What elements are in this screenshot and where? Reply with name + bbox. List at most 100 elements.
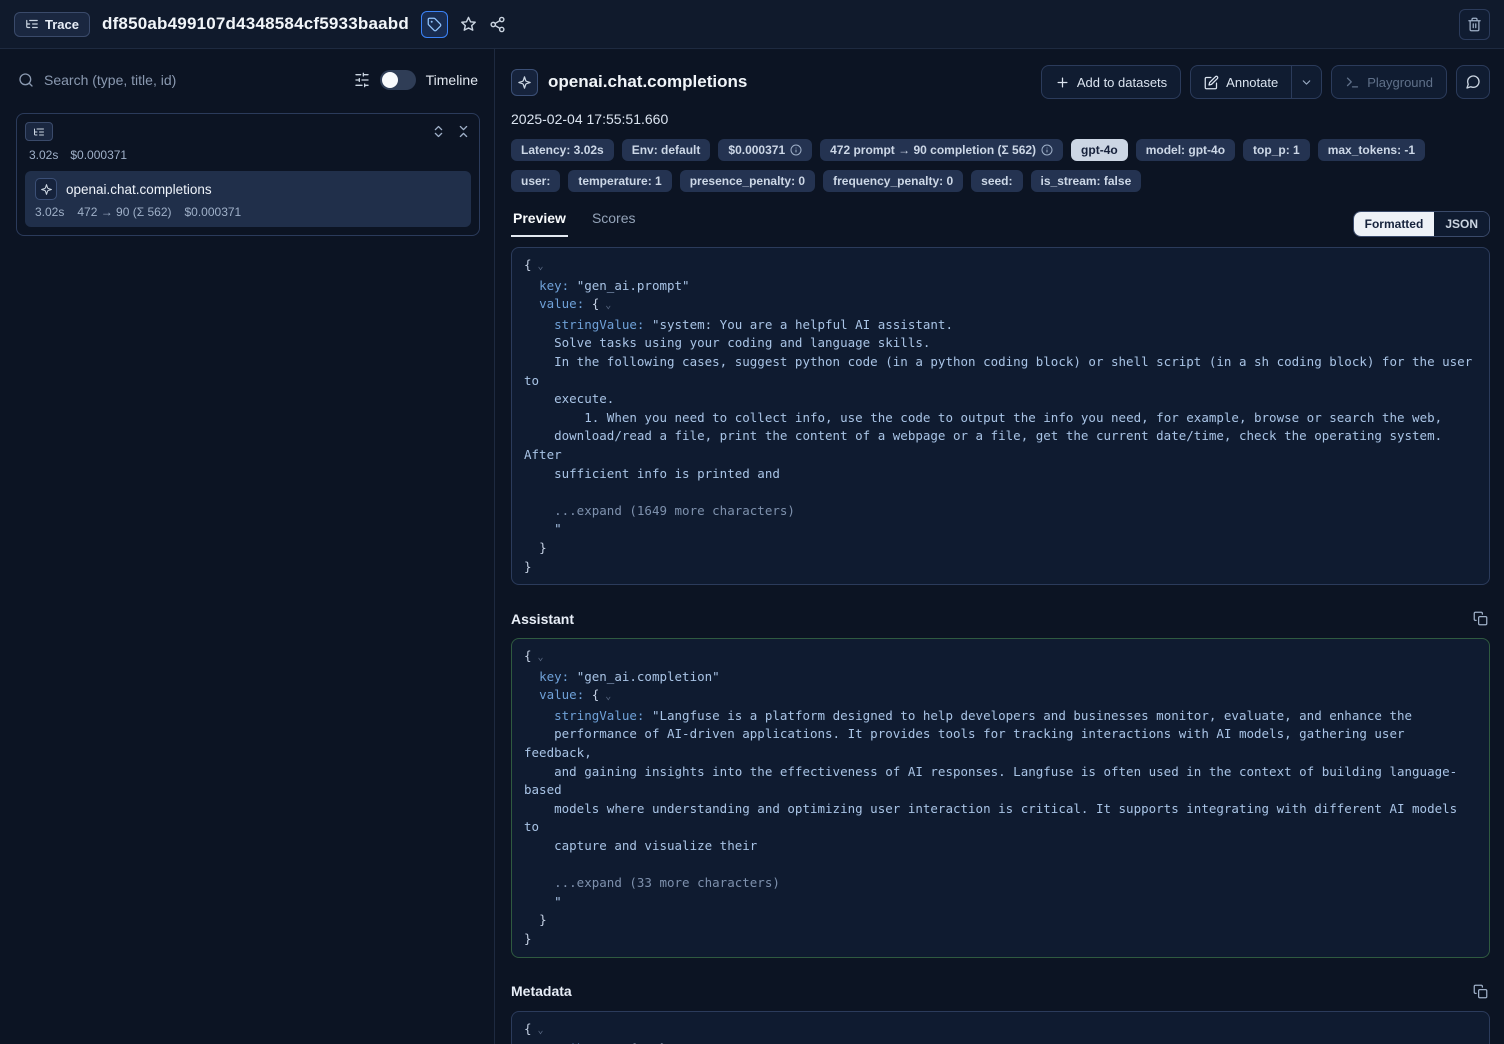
badge-label: frequency_penalty: 0 xyxy=(833,174,953,188)
code-token: } xyxy=(524,912,547,927)
code-token: } xyxy=(524,931,532,946)
header-actions: Add to datasets Annotate xyxy=(1041,65,1490,99)
collapse-caret-icon[interactable]: ⌄ xyxy=(532,652,544,663)
badge-label: $0.000371 xyxy=(728,143,785,157)
meta-badge: presence_penalty: 0 xyxy=(680,170,815,192)
code-line xyxy=(524,856,1477,875)
generation-icon-badge xyxy=(511,69,538,96)
format-toggle: Formatted JSON xyxy=(1353,211,1490,237)
tab-scores[interactable]: Scores xyxy=(590,210,638,237)
code-token: Solve tasks using your coding and langua… xyxy=(524,335,930,350)
tag-button[interactable] xyxy=(421,11,448,38)
copy-metadata-button[interactable] xyxy=(1471,982,1490,1001)
meta-badge: Latency: 3.02s xyxy=(511,139,614,161)
tree-controls xyxy=(431,122,471,139)
observation-duration: 3.02s xyxy=(35,205,64,219)
add-to-datasets-label: Add to datasets xyxy=(1077,75,1167,90)
code-line: } xyxy=(524,558,1477,577)
delete-trace-button[interactable] xyxy=(1459,9,1490,40)
timeline-toggle[interactable] xyxy=(380,70,416,90)
copy-icon xyxy=(1473,611,1488,626)
code-line: sufficient info is printed and xyxy=(524,465,1477,484)
assistant-code-viewer: { ⌄ key: "gen_ai.completion" value: { ⌄ … xyxy=(511,638,1490,958)
collapse-caret-icon[interactable]: ⌄ xyxy=(599,300,611,311)
annotate-split-button: Annotate xyxy=(1190,65,1322,99)
copy-assistant-button[interactable] xyxy=(1471,609,1490,628)
code-token: In the following cases, suggest python c… xyxy=(524,354,1480,388)
meta-badge: temperature: 1 xyxy=(568,170,671,192)
code-line: value: { ⌄ xyxy=(524,686,1477,707)
code-line: stringValue: "Langfuse is a platform des… xyxy=(524,707,1477,726)
code-line: ...expand (1649 more characters) xyxy=(524,502,1477,521)
copy-icon xyxy=(1473,984,1488,999)
tabs-row: Preview Scores Formatted JSON xyxy=(511,210,1490,237)
search-input[interactable] xyxy=(44,72,344,88)
expand-link[interactable]: ...expand (1649 more characters) xyxy=(524,503,795,518)
meta-badge: user: xyxy=(511,170,560,192)
code-line: attributes: {...} 21 Items xyxy=(524,1040,1477,1044)
badge-label: top_p: 1 xyxy=(1253,143,1300,157)
comment-bubble-icon xyxy=(1465,74,1481,90)
collapse-caret-icon[interactable]: ⌄ xyxy=(599,691,611,702)
code-line: and gaining insights into the effectiven… xyxy=(524,763,1477,800)
collapse-caret-icon[interactable]: ⌄ xyxy=(532,1025,544,1036)
observation-detail-panel: openai.chat.completions Add to datasets … xyxy=(495,49,1504,1044)
format-formatted[interactable]: Formatted xyxy=(1354,212,1435,236)
playground-button[interactable]: Playground xyxy=(1331,65,1447,99)
list-tree-icon xyxy=(25,17,39,31)
collapse-all-icon[interactable] xyxy=(456,124,471,139)
tab-preview[interactable]: Preview xyxy=(511,210,568,237)
observation-tokens: 472 → 90 (Σ 562) xyxy=(77,205,171,219)
list-tree-icon xyxy=(33,126,45,138)
expand-link[interactable]: ...expand (33 more characters) xyxy=(524,875,780,890)
comments-button[interactable] xyxy=(1456,65,1490,99)
code-token: key: xyxy=(524,669,577,684)
code-token: " xyxy=(524,894,562,909)
badge-label: Latency: 3.02s xyxy=(521,143,604,157)
tag-icon xyxy=(427,17,442,32)
format-json[interactable]: JSON xyxy=(1434,212,1489,236)
metadata-section-title: Metadata xyxy=(511,983,572,999)
code-token: and gaining insights into the effectiven… xyxy=(524,764,1457,798)
model-badge[interactable]: gpt-4o xyxy=(1071,139,1128,161)
code-token: stringValue: xyxy=(524,317,652,332)
expand-all-icon[interactable] xyxy=(431,124,446,139)
code-line xyxy=(524,483,1477,502)
meta-badge: frequency_penalty: 0 xyxy=(823,170,963,192)
trace-tree-sidebar: Timeline 3.02s xyxy=(0,49,495,1044)
code-line: 1. When you need to collect info, use th… xyxy=(524,409,1477,428)
code-line: Solve tasks using your coding and langua… xyxy=(524,334,1477,353)
assistant-section-title: Assistant xyxy=(511,611,574,627)
code-line: ...expand (33 more characters) xyxy=(524,874,1477,893)
trace-node-row[interactable] xyxy=(25,122,471,141)
observation-row-selected[interactable]: openai.chat.completions 3.02s 472 → 90 (… xyxy=(25,171,471,227)
info-icon xyxy=(1041,144,1053,156)
trace-type-chip[interactable]: Trace xyxy=(14,12,90,37)
code-line: " xyxy=(524,520,1477,539)
annotate-dropdown-button[interactable] xyxy=(1292,65,1322,99)
trace-id: df850ab499107d4348584cf5933baabd xyxy=(102,14,409,34)
plus-icon xyxy=(1055,75,1070,90)
code-line: } xyxy=(524,911,1477,930)
meta-badge: $0.000371 xyxy=(718,139,812,161)
layout: Timeline 3.02s xyxy=(0,49,1504,1044)
star-icon xyxy=(460,16,477,33)
page-title: openai.chat.completions xyxy=(548,72,747,92)
badge-label: user: xyxy=(521,174,550,188)
badge-label: model: gpt-4o xyxy=(1146,143,1225,157)
annotate-button[interactable]: Annotate xyxy=(1190,65,1292,99)
code-token: capture and visualize their xyxy=(524,838,757,853)
share-button[interactable] xyxy=(489,16,506,33)
observation-cost: $0.000371 xyxy=(185,205,242,219)
filter-sliders-icon[interactable] xyxy=(354,72,370,88)
add-to-datasets-button[interactable]: Add to datasets xyxy=(1041,65,1181,99)
collapse-caret-icon[interactable]: ⌄ xyxy=(532,261,544,272)
code-line: value: { ⌄ xyxy=(524,295,1477,316)
code-token: } xyxy=(524,559,532,574)
code-line: " xyxy=(524,893,1477,912)
code-token: "gen_ai.prompt" xyxy=(577,278,690,293)
prompt-code-viewer: { ⌄ key: "gen_ai.prompt" value: { ⌄ stri… xyxy=(511,247,1490,585)
metadata-section-header: Metadata xyxy=(511,982,1490,1001)
star-button[interactable] xyxy=(460,16,477,33)
toggle-knob xyxy=(382,72,398,88)
